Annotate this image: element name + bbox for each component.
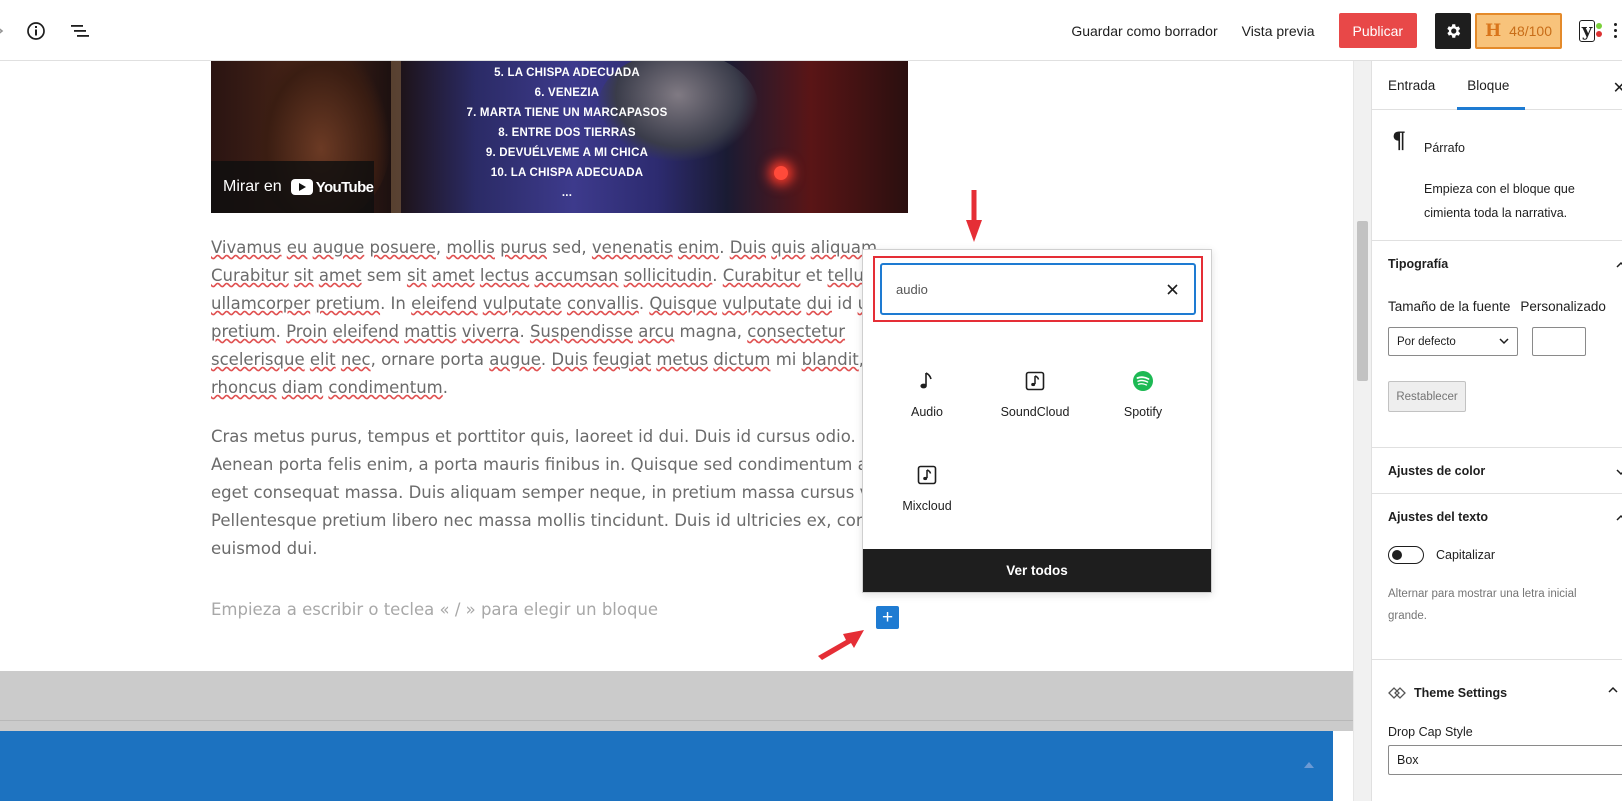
block-search-input[interactable] (896, 281, 1164, 297)
reset-button[interactable]: Restablecer (1388, 381, 1466, 412)
yoast-seo-dot (1596, 22, 1602, 29)
drop-cap-style-label: Drop Cap Style (1388, 725, 1473, 739)
music-note-icon (915, 369, 939, 393)
youtube-play-icon (290, 179, 313, 195)
info-icon[interactable] (18, 13, 54, 49)
drop-cap-style-select[interactable]: Box (1388, 745, 1622, 775)
embed-audio-icon (915, 463, 939, 487)
toolbar-left (0, 0, 98, 61)
list-view-icon[interactable] (62, 13, 98, 49)
scrollbar-thumb[interactable] (1357, 221, 1368, 381)
watch-on-youtube-button[interactable]: Mirar en YouTube (211, 161, 374, 213)
youtube-embed[interactable]: 5. LA CHISPA ADECUADA 6. VENEZIA 7. MART… (211, 61, 908, 213)
watch-on-label: Mirar en (223, 178, 282, 195)
site-footer-gray (0, 671, 1353, 731)
color-panel: Ajustes de color (1372, 448, 1622, 494)
block-result-spotify[interactable]: Spotify (1089, 360, 1197, 428)
toolbar-right: Guardar como borrador Vista previa Publi… (1071, 0, 1622, 61)
site-footer-blue (0, 731, 1333, 801)
custom-size-label: Personalizado (1520, 299, 1606, 314)
color-panel-toggle[interactable]: Ajustes de color (1372, 448, 1622, 494)
seo-score: 48/100 (1509, 22, 1552, 39)
chevron-up-icon (1616, 261, 1622, 268)
video-tracklist: 5. LA CHISPA ADECUADA 6. VENEZIA 7. MART… (466, 67, 668, 199)
drop-cap-toggle-row: Capitalizar (1388, 546, 1495, 564)
custom-font-size-input[interactable] (1532, 327, 1586, 356)
block-inserter-popover: Audio SoundCloud Spotify Mixcloud Ver to… (862, 249, 1212, 593)
drop-cap-toggle-label: Capitalizar (1436, 548, 1496, 562)
drop-cap-toggle[interactable] (1388, 546, 1424, 564)
video-thumbnail-stage-light (774, 166, 788, 180)
theme-settings-toggle[interactable]: Theme Settings (1372, 660, 1622, 718)
youtube-logo: YouTube (290, 179, 374, 196)
block-search-field[interactable] (880, 263, 1196, 315)
more-options-icon[interactable] (1608, 13, 1622, 49)
add-block-button[interactable]: + (876, 606, 899, 629)
paragraph-icon: ¶ (1392, 128, 1406, 154)
block-name: Párrafo (1424, 141, 1465, 155)
yoast-readability-dot (1596, 30, 1602, 37)
editor-toolbar: Guardar como borrador Vista previa Publi… (0, 0, 1622, 61)
publish-button[interactable]: Publicar (1338, 13, 1418, 48)
scroll-top-icon[interactable] (1304, 762, 1314, 768)
block-description: Empieza con el bloque que cimienta toda … (1424, 182, 1575, 220)
annotation-arrow-down-icon (966, 190, 982, 242)
footer-divider (0, 720, 1353, 721)
theme-settings-panel: Theme Settings Drop Cap Style Box (1372, 660, 1622, 800)
font-size-select[interactable]: Por defecto (1388, 327, 1518, 356)
clear-search-icon[interactable] (1164, 281, 1180, 297)
block-result-audio[interactable]: Audio (873, 360, 981, 428)
block-result-soundcloud[interactable]: SoundCloud (981, 360, 1089, 428)
yoast-button[interactable]: y (1570, 13, 1604, 49)
video-thumbnail-mic-stand (391, 61, 401, 213)
settings-button[interactable] (1435, 12, 1472, 49)
typography-labels: Tamaño de la fuente Personalizado (1388, 299, 1606, 314)
embed-audio-icon (1023, 369, 1047, 393)
block-result-mixcloud[interactable]: Mixcloud (873, 454, 981, 522)
text-settings-panel: Ajustes del texto Capitalizar Alternar p… (1372, 494, 1622, 660)
tab-block[interactable]: Bloque (1451, 61, 1526, 110)
chevron-up-icon (1616, 514, 1622, 521)
chevron-down-icon (1616, 469, 1622, 476)
redo-icon[interactable] (0, 21, 10, 41)
sidebar-tabs: Entrada Bloque ✕ (1372, 61, 1622, 110)
seo-letter: H (1485, 20, 1502, 41)
typography-panel-toggle[interactable]: Tipografía (1372, 241, 1622, 287)
block-results: Audio SoundCloud Spotify Mixcloud (863, 360, 1213, 522)
tab-post[interactable]: Entrada (1372, 61, 1451, 109)
seo-score-button[interactable]: H 48/100 (1475, 12, 1562, 49)
save-draft-button[interactable]: Guardar como borrador (1071, 23, 1217, 39)
gear-icon (1447, 23, 1461, 38)
spotify-icon (1131, 369, 1155, 393)
chevron-up-icon (1608, 686, 1618, 693)
theme-settings-icon (1388, 687, 1406, 699)
block-card: ¶ Párrafo Empieza con el bloque que cimi… (1372, 110, 1622, 241)
empty-block-placeholder[interactable]: Empieza a escribir o teclea « / » para e… (211, 600, 658, 619)
drop-cap-help: Alternar para mostrar una letra inicial … (1388, 588, 1577, 622)
view-all-blocks-button[interactable]: Ver todos (863, 549, 1211, 592)
chevron-down-icon (1499, 338, 1509, 345)
settings-sidebar: Entrada Bloque ✕ ¶ Párrafo Empieza con e… (1371, 61, 1622, 801)
font-size-label: Tamaño de la fuente (1388, 299, 1511, 314)
yoast-icon: y (1578, 19, 1596, 42)
typography-panel: Tipografía Tamaño de la fuente Personaliz… (1372, 241, 1622, 448)
close-icon[interactable]: ✕ (1613, 78, 1622, 98)
search-highlight (873, 256, 1203, 322)
preview-button[interactable]: Vista previa (1242, 23, 1315, 39)
text-settings-toggle[interactable]: Ajustes del texto (1372, 494, 1622, 540)
canvas-scrollbar[interactable] (1353, 61, 1371, 801)
annotation-arrow-diagonal-icon (818, 630, 864, 660)
